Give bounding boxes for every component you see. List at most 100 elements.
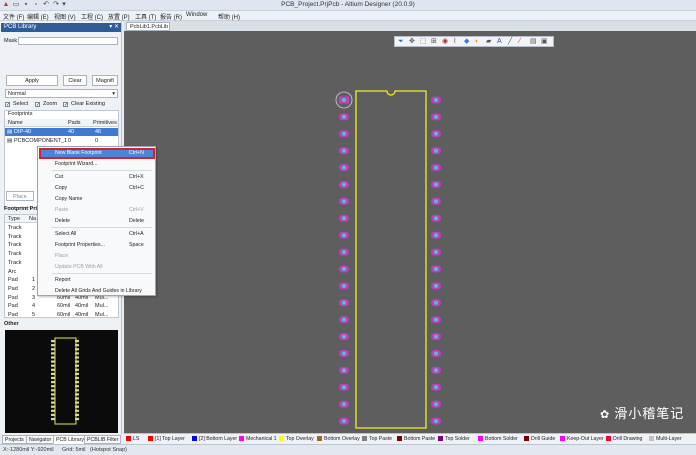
pad-hole: [342, 334, 346, 339]
filter-mode-select[interactable]: Normal ▾: [5, 89, 118, 98]
chevron-down-icon: ▾: [112, 91, 115, 97]
layer-tab[interactable]: LS: [126, 436, 139, 443]
panel-tabs: Projects Navigator PCB Library PCBLIB Fi…: [0, 434, 124, 444]
layer-name: Bottom Solder: [485, 436, 518, 442]
place-track-icon[interactable]: ⁄: [519, 38, 520, 46]
layer-tab[interactable]: Drill Drawing: [606, 436, 642, 443]
layer-tab[interactable]: Top Overlay: [279, 436, 314, 443]
pad-hole: [342, 368, 346, 373]
tab-projects[interactable]: Projects: [2, 435, 27, 444]
select-checkbox[interactable]: ✓: [5, 102, 10, 108]
tab-pcb-library[interactable]: PCB Library: [53, 435, 87, 444]
menu-item[interactable]: Delete: [55, 218, 70, 224]
footprint-drawing: [335, 90, 441, 429]
menu-item[interactable]: Footprint Properties...: [55, 242, 105, 248]
layer-name: Multi-Layer: [656, 436, 682, 442]
menu-project[interactable]: 工程 (C): [81, 12, 103, 21]
align-icon[interactable]: ⊞: [431, 38, 437, 46]
clear-button[interactable]: Clear: [63, 75, 87, 86]
layer-tab[interactable]: Top Solder: [438, 436, 470, 443]
menu-tools[interactable]: 工具 (T): [135, 12, 156, 21]
primitive-name: 5: [32, 312, 36, 318]
select-rect-icon[interactable]: ⬚: [420, 38, 427, 46]
menu-item[interactable]: Place: [55, 253, 68, 259]
layer-tab[interactable]: Drill Guide: [524, 436, 555, 443]
zoom-checkbox[interactable]: ✓: [35, 102, 40, 108]
menu-item[interactable]: Footprint Wizard...: [55, 161, 97, 167]
preview-pin: [75, 393, 79, 396]
preview-pin: [75, 356, 79, 359]
menu-item[interactable]: Cut: [55, 174, 63, 180]
primitive-name: 2: [32, 285, 36, 292]
move-icon[interactable]: ✥: [409, 38, 415, 46]
route-icon[interactable]: ⌇: [453, 38, 456, 46]
place-pad-icon[interactable]: ◉: [442, 38, 448, 46]
layer-name: LS: [133, 436, 140, 442]
place-arc-icon[interactable]: ◐: [475, 38, 479, 46]
tab-pcblib-filter[interactable]: PCBLIB Filter: [84, 435, 122, 444]
menu-item[interactable]: Copy Name: [55, 196, 82, 202]
menu-view[interactable]: 视图 (V): [54, 12, 76, 21]
menu-item[interactable]: Select All: [55, 231, 76, 237]
document-tab[interactable]: PcbLib1.PcbLib: [126, 22, 170, 31]
menu-reports[interactable]: 报告 (R): [160, 12, 182, 21]
footprints-header: Footprints: [8, 111, 33, 117]
pcb-canvas[interactable]: [124, 31, 696, 433]
place-fill-icon[interactable]: ▰: [486, 38, 491, 46]
magnify-button[interactable]: Magnifi: [92, 75, 118, 86]
col-name[interactable]: Name: [8, 120, 23, 126]
col-pads[interactable]: Pads: [68, 120, 81, 126]
layer-tab[interactable]: Bottom Overlay: [317, 436, 360, 443]
layer-tab[interactable]: Mechanical 1: [239, 436, 277, 443]
menu-item[interactable]: Report: [55, 277, 71, 283]
col-primitives[interactable]: Primitives: [93, 120, 117, 126]
layer-tab[interactable]: [2] Bottom Layer: [192, 436, 237, 443]
menu-item[interactable]: Paste: [55, 207, 68, 213]
pad-hole: [434, 182, 438, 187]
preview-pin: [51, 417, 55, 421]
pad-hole: [342, 182, 346, 187]
mask-input[interactable]: [18, 37, 118, 45]
menu-file[interactable]: 文件 (F): [3, 12, 24, 21]
menu-item[interactable]: Update PCB With All: [55, 264, 103, 270]
panel-controls-icon[interactable]: ▾ ✕: [109, 23, 119, 32]
menu-window[interactable]: Window: [186, 12, 207, 18]
place-via-icon[interactable]: ◆: [464, 38, 469, 46]
menu-place[interactable]: 放置 (P): [108, 12, 130, 21]
filter-icon[interactable]: ⏷: [398, 38, 404, 46]
menu-item[interactable]: Copy: [55, 185, 67, 191]
preview-pin: [75, 381, 79, 384]
layer-name: Top Solder: [445, 436, 470, 442]
active-bar-toolbar: ⏷ ✥ ⬚ ⊞ ◉ ⌇ ◆ ◐ ▰ A ╱ ⁄ ▤ ▣: [394, 36, 554, 47]
menu-item[interactable]: Delete All Grids And Guides in Library: [55, 288, 142, 294]
place-text-icon[interactable]: A: [497, 38, 502, 46]
place-button[interactable]: Place: [6, 191, 34, 201]
preview-pin: [51, 409, 55, 412]
footprint-row[interactable]: ▤ PCBCOMPONENT_1 0 0: [5, 137, 118, 145]
primitive-type: Track: [8, 259, 22, 266]
place-line-icon[interactable]: ╱: [508, 38, 512, 46]
col-type[interactable]: Type: [8, 216, 20, 222]
tab-navigator[interactable]: Navigator: [26, 435, 55, 444]
place-region-icon[interactable]: ▣: [541, 38, 548, 46]
clear-existing-checkbox[interactable]: ✓: [63, 102, 68, 108]
footprint-preview: [5, 330, 118, 433]
layer-tab[interactable]: Bottom Paste: [397, 436, 435, 443]
pad-hole: [434, 98, 438, 102]
menu-edit[interactable]: 编辑 (E): [27, 12, 49, 21]
layer-tab[interactable]: Keep-Out Layer: [560, 436, 604, 443]
layer-name: [2] Bottom Layer: [199, 436, 238, 442]
layer-color-swatch: [478, 436, 483, 441]
pad-hole: [342, 148, 346, 153]
apply-button[interactable]: Apply: [6, 75, 58, 86]
layer-tab[interactable]: Multi-Layer: [649, 436, 682, 443]
primitive-type: Pad: [8, 312, 18, 318]
layer-tab[interactable]: Top Paste: [362, 436, 392, 443]
layer-tab[interactable]: Bottom Solder: [478, 436, 518, 443]
col-prim-name[interactable]: Na: [29, 216, 36, 222]
dimension-icon[interactable]: ▤: [530, 38, 537, 46]
footprint-row[interactable]: ▤ DIP-40 40 46: [5, 128, 118, 136]
layer-tab[interactable]: [1] Top Layer: [148, 436, 185, 443]
menu-item[interactable]: New Blank Footprint: [55, 150, 102, 156]
menu-help[interactable]: 帮助 (H): [218, 12, 240, 21]
